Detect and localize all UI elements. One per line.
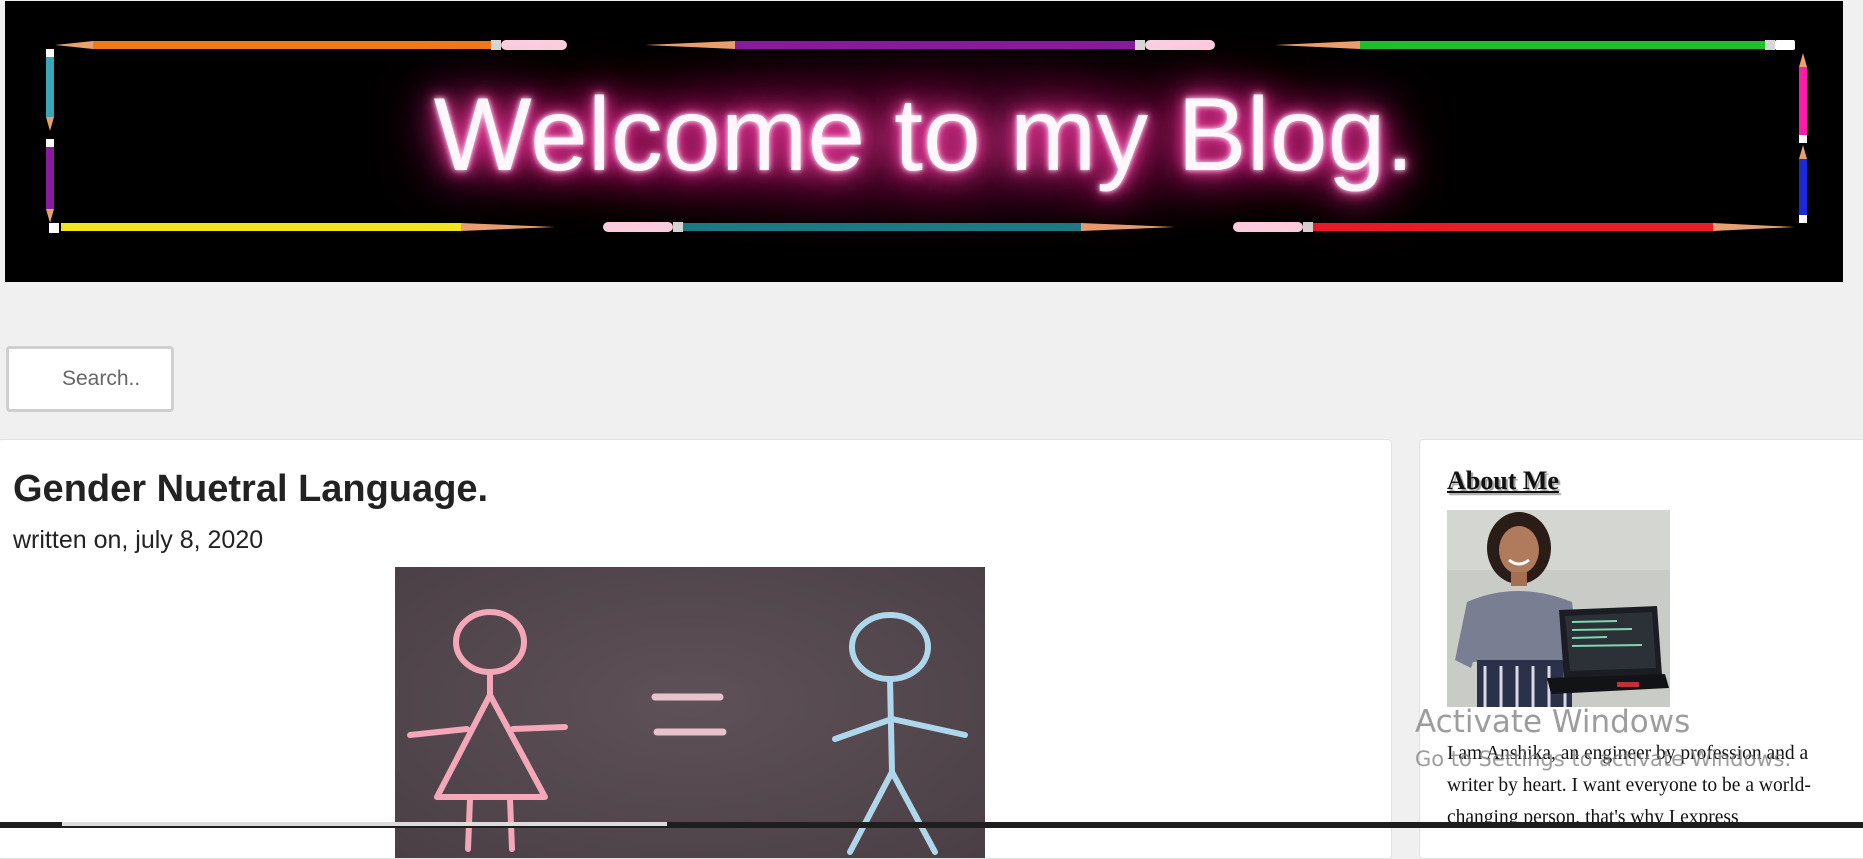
pencil-orange [55,40,567,50]
chalkboard-gender-equality-image [395,567,985,858]
pencil-red [1233,222,1795,232]
horizontal-scrollbar-thumb[interactable] [62,822,667,826]
blog-post-card: Gender Nuetral Language. written on, jul… [0,439,1392,859]
banner-title: Welcome to my Blog. [433,77,1415,193]
about-me-text: I am Anshika, an engineer by profession … [1447,743,1811,828]
post-date: written on, july 8, 2020 [13,526,264,554]
search-input[interactable] [6,346,174,412]
profile-photo [1447,510,1670,707]
post-title[interactable]: Gender Nuetral Language. [13,468,488,511]
pencil-purple [645,40,1215,50]
blog-banner: Welcome to my Blog. [5,1,1843,282]
about-me-heading: About Me [1447,466,1559,495]
about-me-card: About Me I am Anshika, an engineer by pr… [1419,439,1863,859]
pencil-yellow [49,223,555,233]
pencil-teal [603,222,1175,232]
pencil-green [1275,40,1795,50]
